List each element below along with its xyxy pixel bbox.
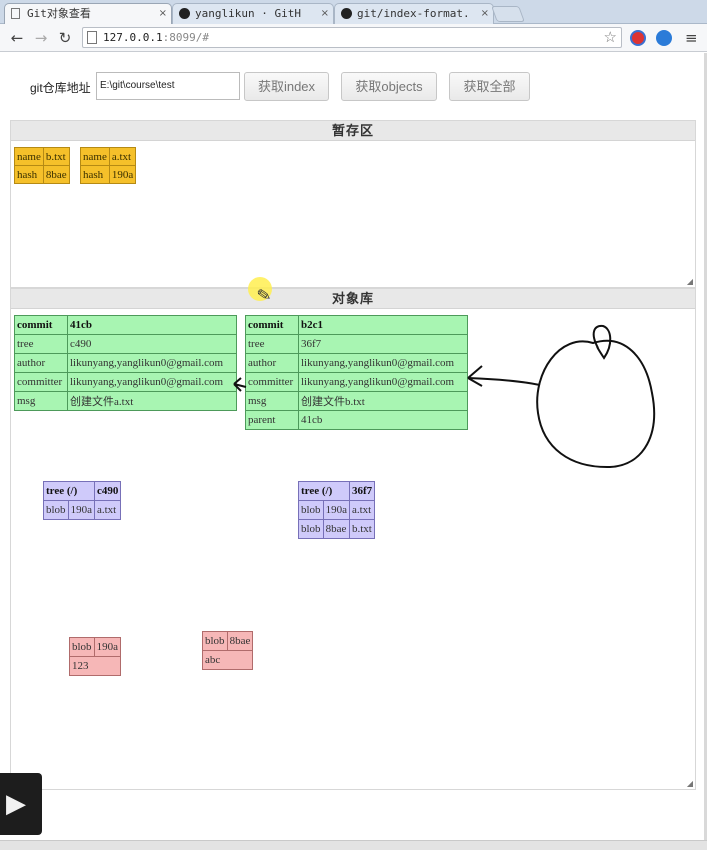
field-key: tree [14,334,68,354]
browser-toolbar: ← → ↻ 127.0.0.1:8099/# ☆ ≡ [0,24,707,52]
staging-area-panel: 暂存区 name b.txt hash 8bae name a.txt hash 190… [10,120,696,288]
page-icon [87,31,97,44]
fetch-objects-button[interactable]: 获取objects [341,72,437,101]
github-icon [179,8,190,19]
index-key: hash [80,165,110,184]
index-value: b.txt [42,147,70,166]
entry-hash: 190a [322,500,350,520]
field-key: committer [14,372,68,392]
index-entry[interactable]: name b.txt hash 8bae [14,147,70,184]
object-type: blob [69,637,95,657]
entry-name: a.txt [348,500,376,520]
field-value: likunyang,yanglikun0@gmail.com [298,372,468,392]
object-id: 36f7 [348,481,376,501]
field-value: c490 [67,334,237,354]
repo-path-input[interactable]: E:\git\course\test [96,72,240,100]
field-value: 41cb [298,410,468,430]
tab-github-yanglikun[interactable]: yanglikun · GitH × [172,3,334,24]
tab-title: yanglikun · GitH [195,7,301,20]
play-button[interactable]: ▶ [0,773,42,835]
entry-type: blob [43,500,69,520]
entry-hash: 190a [67,500,95,520]
url-host: 127.0.0.1 [103,31,163,44]
object-type: commit [14,315,68,335]
index-value: a.txt [108,147,137,166]
commit-object[interactable]: commit 41cb tree c490 author likunyang,yang… [14,315,237,411]
tree-object[interactable]: tree (/) c490 blob 190a a.txt [43,481,122,520]
field-value: 创建文件b.txt [298,391,468,411]
forward-arrow-icon[interactable]: → [31,28,51,48]
fetch-all-button[interactable]: 获取全部 [449,72,530,101]
index-value: 190a [108,165,137,184]
object-id: b2c1 [298,315,468,335]
index-entry[interactable]: name a.txt hash 190a [80,147,137,184]
object-id: 190a [93,637,121,657]
field-value: 创建文件a.txt [67,391,237,411]
tab-github-index-format[interactable]: git/index-format. × [334,3,494,24]
object-id: c490 [93,481,122,501]
url-text: 127.0.0.1:8099/# [103,28,209,48]
object-id: 41cb [67,315,237,335]
index-key: hash [14,165,44,184]
field-value: 36f7 [298,334,468,354]
close-icon[interactable]: × [321,4,329,24]
field-value: likunyang,yanglikun0@gmail.com [67,353,237,373]
field-key: parent [245,410,299,430]
resize-handle-icon[interactable]: ◢ [687,779,693,788]
url-path: :8099/# [162,31,209,44]
entry-type: blob [298,519,324,539]
star-icon[interactable]: ☆ [604,28,617,47]
field-value: likunyang,yanglikun0@gmail.com [298,353,468,373]
new-tab-button[interactable] [491,6,525,22]
page-content: git仓库地址 E:\git\course\test 获取index 获取obj… [0,53,707,850]
repo-path-label: git仓库地址 [30,81,91,95]
field-key: committer [245,372,299,392]
field-value: likunyang,yanglikun0@gmail.com [67,372,237,392]
fetch-index-button[interactable]: 获取index [244,72,329,101]
blob-content: abc [201,650,254,670]
object-type: tree (/) [298,481,350,501]
back-arrow-icon[interactable]: ← [7,28,27,48]
github-icon [341,8,352,19]
object-type: blob [202,631,228,651]
entry-type: blob [298,500,324,520]
play-icon: ▶ [6,789,26,819]
entry-name: b.txt [348,519,376,539]
address-bar[interactable]: 127.0.0.1:8099/# ☆ [82,27,622,48]
object-id: 8bae [226,631,254,651]
close-icon[interactable]: × [481,4,489,24]
entry-name: a.txt [93,500,122,520]
field-key: author [14,353,68,373]
field-key: author [245,353,299,373]
page-icon [11,8,20,19]
close-icon[interactable]: × [159,4,167,24]
object-database-title: 对象库 [11,289,695,309]
field-key: tree [245,334,299,354]
status-strip [0,840,707,850]
index-key: name [80,147,110,166]
blob-object[interactable]: blob 8bae abc [201,631,254,670]
index-value: 8bae [42,165,70,184]
object-database-panel: 对象库 commit 41cb tree c490 author likunyang,… [10,288,696,790]
reload-icon[interactable]: ↻ [55,28,75,48]
tab-git-object-viewer[interactable]: Git对象查看 × [4,3,172,24]
tab-strip: Git对象查看 × yanglikun · GitH × git/index-f… [0,0,707,24]
index-key: name [14,147,44,166]
resize-handle-icon[interactable]: ◢ [687,277,693,286]
menu-icon[interactable]: ≡ [685,28,698,48]
tab-title: Git对象查看 [27,7,91,20]
blob-content: 123 [69,656,121,676]
staging-area-title: 暂存区 [11,121,695,141]
tree-object[interactable]: tree (/) 36f7 blob 190a a.txt blob 8bae b.txt [298,481,376,539]
extension-icon[interactable] [630,30,646,46]
object-type: tree (/) [43,481,95,501]
extension-icon[interactable] [656,30,672,46]
field-key: msg [245,391,299,411]
tab-title: git/index-format. [357,7,470,20]
field-key: msg [14,391,68,411]
object-type: commit [245,315,299,335]
entry-hash: 8bae [322,519,350,539]
commit-object[interactable]: commit b2c1 tree 36f7 author likunyang,yang… [245,315,468,430]
blob-object[interactable]: blob 190a 123 [69,637,121,676]
